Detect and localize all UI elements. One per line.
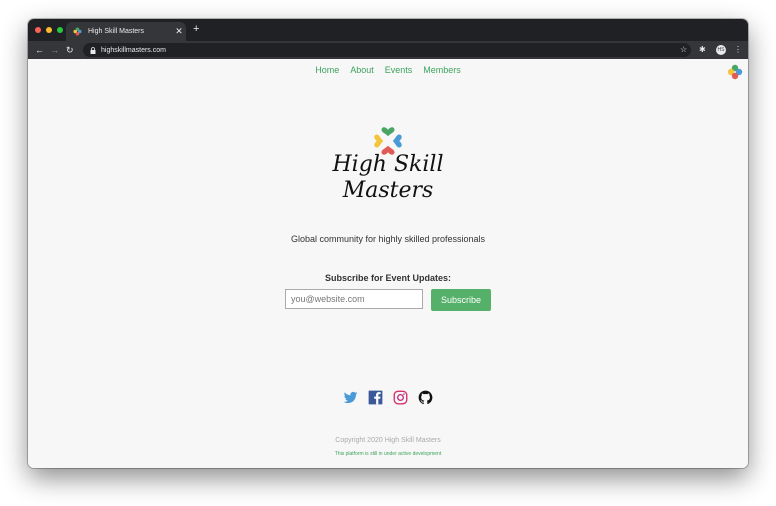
site-nav: Home About Events Members bbox=[28, 65, 748, 75]
menu-icon[interactable]: ⋮ bbox=[734, 44, 742, 56]
browser-toolbar: ← → ↻ highskillmasters.com ☆ ✱ HS ⋮ bbox=[28, 41, 748, 59]
url-text: highskillmasters.com bbox=[101, 46, 166, 54]
subscribe-heading: Subscribe for Event Updates: bbox=[324, 273, 452, 283]
twitter-icon[interactable] bbox=[343, 390, 358, 405]
reload-icon[interactable]: ↻ bbox=[66, 44, 74, 56]
browser-tab[interactable]: High Skill Masters ✕ bbox=[66, 22, 186, 41]
github-icon[interactable] bbox=[418, 390, 433, 405]
email-input[interactable] bbox=[285, 289, 423, 309]
logo-line-2: Masters bbox=[342, 178, 434, 203]
extensions-icon[interactable]: ✱ bbox=[699, 44, 706, 56]
instagram-icon[interactable] bbox=[393, 390, 408, 405]
tab-bar: High Skill Masters ✕ + bbox=[28, 19, 748, 41]
bookmark-star-icon[interactable]: ☆ bbox=[680, 44, 687, 56]
lock-icon bbox=[90, 46, 96, 54]
nav-members-link[interactable]: Members bbox=[423, 65, 461, 75]
copyright-text: Copyright 2020 High Skill Masters bbox=[335, 437, 441, 444]
corner-logo-icon[interactable] bbox=[727, 64, 743, 80]
nav-events-link[interactable]: Events bbox=[385, 65, 413, 75]
page-content: Home About Events Members High Skill Mas… bbox=[28, 59, 748, 468]
address-bar[interactable]: highskillmasters.com bbox=[83, 43, 691, 57]
new-tab-button[interactable]: + bbox=[193, 23, 199, 35]
close-window-button[interactable] bbox=[35, 27, 41, 33]
subscribe-button[interactable]: Subscribe bbox=[431, 289, 491, 311]
brand-logo-text: High Skill Masters bbox=[288, 152, 488, 204]
minimize-window-button[interactable] bbox=[46, 27, 52, 33]
profile-avatar[interactable]: HS bbox=[716, 45, 726, 55]
logo-line-1: High Skill bbox=[332, 152, 444, 177]
maximize-window-button[interactable] bbox=[57, 27, 63, 33]
forward-icon[interactable]: → bbox=[50, 44, 59, 56]
window-controls bbox=[35, 27, 63, 33]
tab-title: High Skill Masters bbox=[88, 28, 145, 35]
nav-home-link[interactable]: Home bbox=[315, 65, 339, 75]
tab-close-icon[interactable]: ✕ bbox=[172, 26, 186, 37]
favicon-icon bbox=[73, 27, 82, 36]
development-note: This platform is still in under active d… bbox=[334, 451, 442, 457]
tagline: Global community for highly skilled prof… bbox=[290, 234, 486, 244]
facebook-icon[interactable] bbox=[368, 390, 383, 405]
social-links bbox=[28, 390, 748, 405]
nav-about-link[interactable]: About bbox=[350, 65, 374, 75]
back-icon[interactable]: ← bbox=[35, 44, 44, 56]
browser-window: High Skill Masters ✕ + ← → ↻ highskillma… bbox=[28, 19, 748, 468]
